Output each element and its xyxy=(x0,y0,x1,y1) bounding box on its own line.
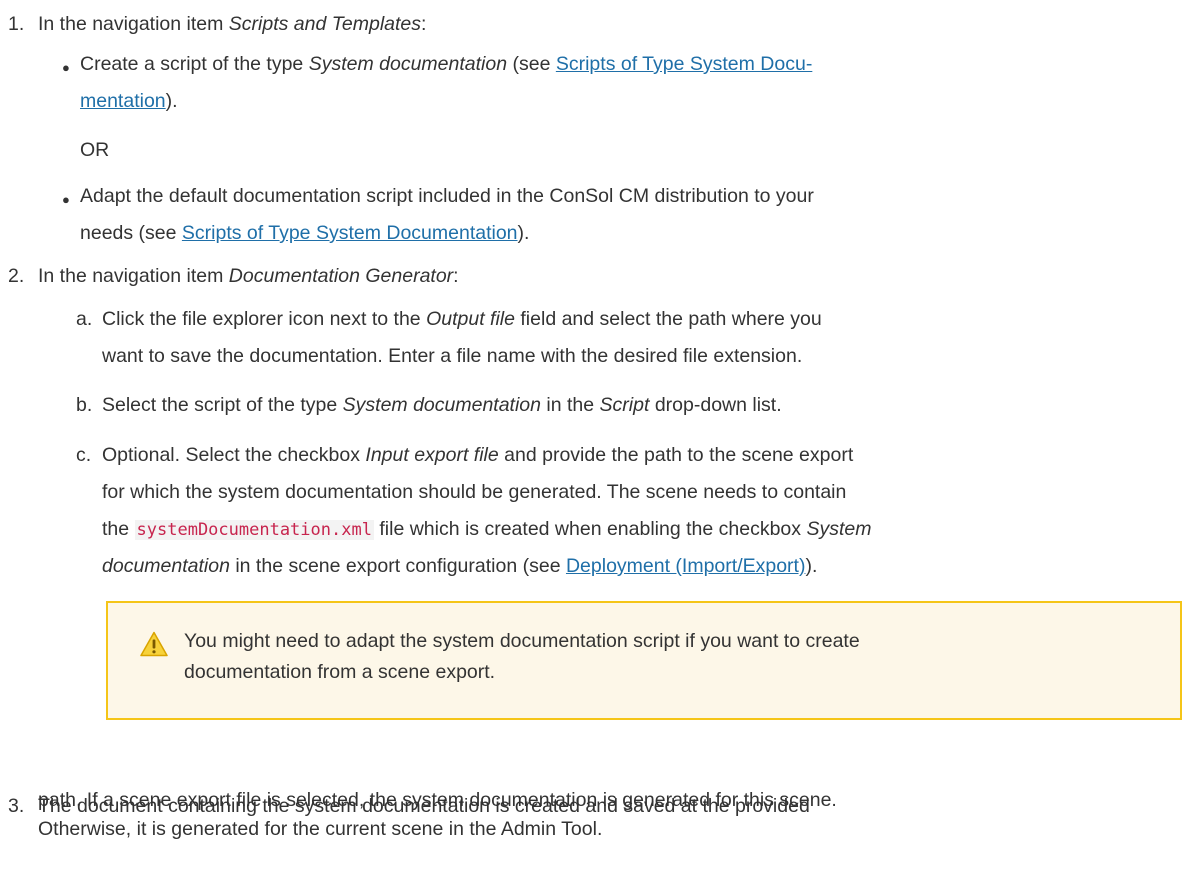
step-3-line3: Otherwise, it is generated for the curre… xyxy=(38,818,603,840)
subitem-b: Select the script of the type System doc… xyxy=(102,391,782,420)
script-type: System documentation xyxy=(342,394,541,416)
subitem-text: ). xyxy=(805,555,818,577)
bullet-dot: ● xyxy=(62,60,70,75)
subitem-text: Optional. Select the checkbox xyxy=(102,444,366,466)
subitem-a-line1: Click the file explorer icon next to the… xyxy=(102,305,822,334)
field-name: Output file xyxy=(426,308,515,330)
field-name: Script xyxy=(599,394,650,416)
subitem-c-line1: Optional. Select the checkbox Input expo… xyxy=(102,441,853,470)
sub-letter: c. xyxy=(76,444,92,466)
warning-callout: You might need to adapt the system docum… xyxy=(106,601,1182,720)
checkbox-name: System xyxy=(806,518,872,540)
subitem-text: file which is created when enabling the … xyxy=(373,518,807,540)
subitem-text: in the xyxy=(541,394,600,416)
checkbox-name: Input export file xyxy=(365,444,499,466)
script-type: System documentation xyxy=(308,53,508,75)
subitem-text: in the scene export configuration (see xyxy=(229,555,566,577)
subitem-a-line2: want to save the documentation. Enter a … xyxy=(102,345,803,367)
or-label: OR xyxy=(80,139,110,161)
subitem-c-line4: documentation in the scene export config… xyxy=(102,552,817,581)
nav-item-name: Scripts and Templates xyxy=(228,13,422,35)
subitem-c-line2: for which the system documentation shoul… xyxy=(102,481,847,503)
step-intro: In the navigation item Scripts and Templ… xyxy=(38,10,1166,39)
intro-colon: : xyxy=(453,265,459,287)
subitem-text: Select the script of the type xyxy=(102,394,343,416)
step-number: 1. xyxy=(8,13,25,35)
bullet-text: needs (see xyxy=(80,222,182,244)
step-3-line2: path. If a scene export file is selected… xyxy=(38,789,837,811)
subitem-text: drop-down list. xyxy=(649,394,782,416)
bullet-create-script: Create a script of the type System docum… xyxy=(80,50,812,79)
link-scripts-system-documentation-cont[interactable]: mentation xyxy=(80,90,166,112)
bullet-adapt-script: Adapt the default documentation script i… xyxy=(80,185,814,207)
step-intro: In the navigation item Documentation Gen… xyxy=(38,262,1166,291)
warning-line: You might need to adapt the system docum… xyxy=(184,630,860,652)
bullet-text: ). xyxy=(165,90,178,112)
bullet-adapt-script-cont: needs (see Scripts of Type System Docume… xyxy=(80,219,529,248)
sub-letter: b. xyxy=(76,394,93,416)
subitem-text: the xyxy=(102,518,135,540)
subitem-text: field and select the path where you xyxy=(514,308,822,330)
bullet-text: (see xyxy=(507,53,556,75)
bullet-create-script-cont: mentation). xyxy=(80,87,178,116)
intro-colon: : xyxy=(421,13,427,35)
intro-text: In the navigation item xyxy=(38,13,229,35)
subitem-text: Click the file explorer icon next to the xyxy=(102,308,427,330)
subitem-c-line3: the systemDocumentation.xml file which i… xyxy=(102,515,871,545)
intro-text: In the navigation item xyxy=(38,265,229,287)
warning-triangle-icon xyxy=(140,631,168,657)
code-filename: systemDocumentation.xml xyxy=(134,520,374,540)
step-number: 3. xyxy=(8,795,25,817)
sub-letter: a. xyxy=(76,308,93,330)
step-number: 2. xyxy=(8,265,25,287)
bullet-text: Create a script of the type xyxy=(80,53,309,75)
nav-item-name: Documentation Generator xyxy=(228,265,454,287)
warning-text: You might need to adapt the system docum… xyxy=(184,626,1144,688)
document-page: 1. In the navigation item Scripts and Te… xyxy=(0,0,1186,878)
subitem-text: and provide the path to the scene export xyxy=(498,444,854,466)
link-scripts-system-documentation[interactable]: Scripts of Type System Docu- xyxy=(556,53,812,75)
link-scripts-system-documentation-2[interactable]: Scripts of Type System Documentation xyxy=(182,222,518,244)
bullet-dot: ● xyxy=(62,192,70,207)
link-deployment-import-export[interactable]: Deployment (Import/Export) xyxy=(566,555,806,577)
checkbox-name: documentation xyxy=(102,555,230,577)
warning-line: documentation from a scene export. xyxy=(184,661,496,683)
bullet-text: ). xyxy=(517,222,530,244)
